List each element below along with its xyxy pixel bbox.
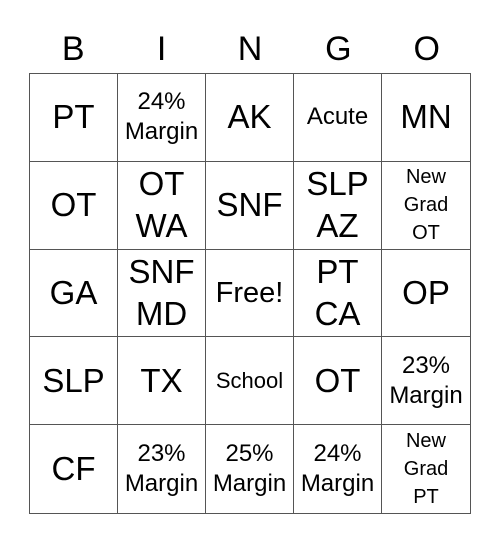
bingo-cell[interactable]: OT WA: [118, 161, 206, 250]
bingo-cell[interactable]: School: [206, 337, 294, 426]
bingo-cell[interactable]: AK: [206, 74, 294, 162]
bingo-cell[interactable]: 23% Margin: [118, 425, 206, 513]
header-letter-g: G: [325, 30, 352, 68]
bingo-cell[interactable]: SNF MD: [118, 249, 206, 338]
bingo-cell[interactable]: OP: [382, 250, 470, 338]
header-letter-b: B: [61, 30, 85, 68]
bingo-cell[interactable]: New Grad PT: [382, 425, 470, 513]
bingo-cell[interactable]: SLP AZ: [294, 161, 382, 250]
bingo-board: PT 24% Margin AK Acute MN OT OT WA SNF S…: [29, 73, 471, 514]
bingo-cell[interactable]: PT: [30, 74, 118, 162]
header-letter-i: I: [156, 30, 167, 68]
bingo-cell[interactable]: 23% Margin: [382, 337, 470, 426]
bingo-cell[interactable]: 24% Margin: [294, 425, 382, 513]
bingo-cell[interactable]: TX: [118, 337, 206, 426]
bingo-cell[interactable]: New Grad OT: [382, 162, 470, 250]
bingo-cell[interactable]: SNF: [206, 161, 294, 250]
bingo-cell[interactable]: 24% Margin: [118, 74, 206, 162]
free-space-cell[interactable]: Free!: [206, 249, 294, 338]
header-letter-n: N: [237, 30, 263, 68]
bingo-cell[interactable]: Acute: [294, 74, 382, 162]
bingo-cell[interactable]: OT: [30, 161, 118, 250]
bingo-cell[interactable]: GA: [30, 249, 118, 338]
bingo-header: B I N G O: [29, 24, 471, 74]
bingo-cell[interactable]: MN: [382, 74, 470, 162]
bingo-cell[interactable]: 25% Margin: [206, 425, 294, 513]
bingo-cell[interactable]: OT: [294, 337, 382, 426]
bingo-cell[interactable]: SLP: [30, 337, 118, 426]
bingo-cell[interactable]: PT CA: [294, 249, 382, 338]
bingo-cell[interactable]: CF: [30, 425, 118, 513]
header-letter-o: O: [413, 30, 440, 68]
